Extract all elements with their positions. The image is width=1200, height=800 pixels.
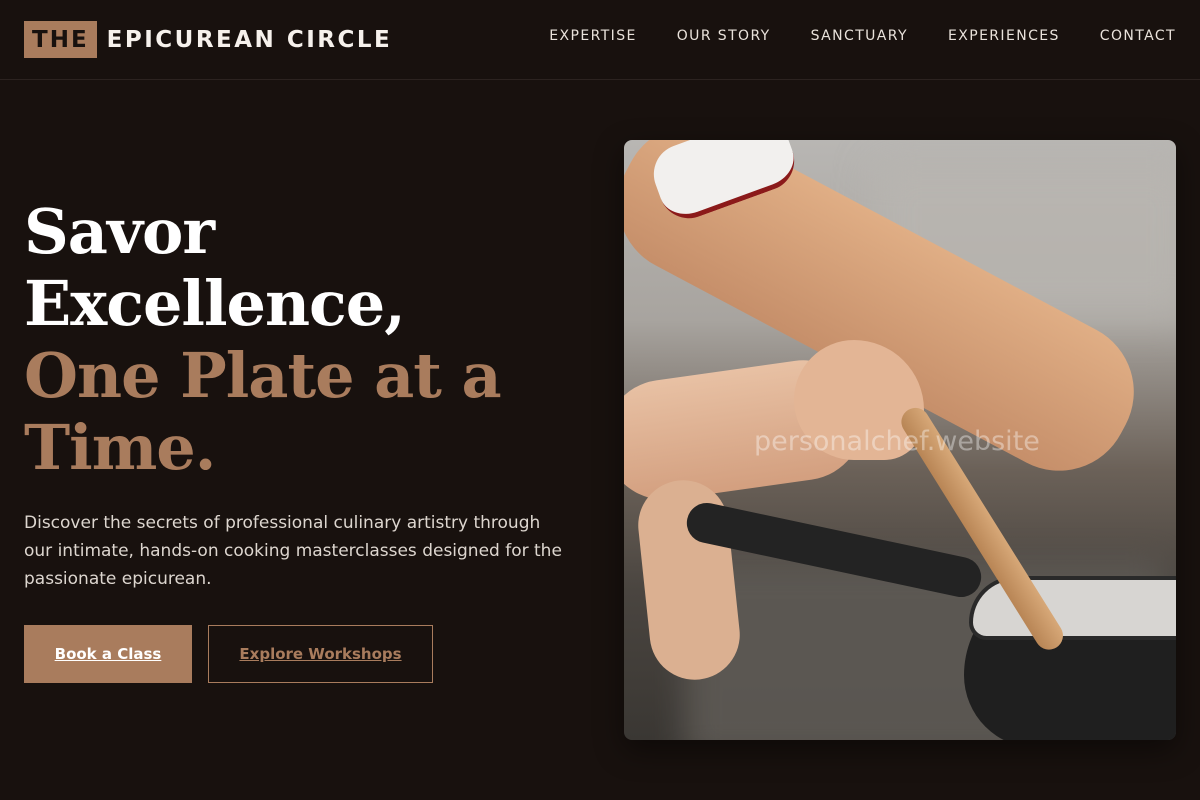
nav-item-our-story[interactable]: OUR STORY <box>677 28 771 44</box>
book-class-button[interactable]: Book a Class <box>24 625 192 683</box>
headline-line-1: Savor <box>24 195 215 268</box>
headline-line-3: One Plate at a <box>24 339 502 412</box>
nav-item-expertise[interactable]: EXPERTISE <box>549 28 636 44</box>
nav-item-sanctuary[interactable]: SANCTUARY <box>811 28 908 44</box>
brand-prefix: THE <box>24 21 97 58</box>
hero-image-cooking: personalchef.website <box>624 140 1176 740</box>
brand-logo[interactable]: THE EPICUREAN CIRCLE <box>24 21 392 58</box>
explore-workshops-button[interactable]: Explore Workshops <box>208 625 433 683</box>
headline-line-4: Time. <box>24 411 216 484</box>
main-nav: EXPERTISE OUR STORY SANCTUARY EXPERIENCE… <box>549 28 1176 44</box>
image-watermark: personalchef.website <box>754 426 1040 457</box>
site-header: THE EPICUREAN CIRCLE EXPERTISE OUR STORY… <box>0 0 1200 80</box>
hero-subtitle: Discover the secrets of professional cul… <box>24 513 562 589</box>
nav-item-contact[interactable]: CONTACT <box>1100 28 1176 44</box>
image-pan-rim <box>969 576 1176 640</box>
brand-name: EPICUREAN CIRCLE <box>106 26 393 53</box>
nav-item-experiences[interactable]: EXPERIENCES <box>948 28 1060 44</box>
hero-headline: Savor Excellence, One Plate at a Time. <box>24 196 584 484</box>
headline-line-2: Excellence, <box>24 267 406 340</box>
